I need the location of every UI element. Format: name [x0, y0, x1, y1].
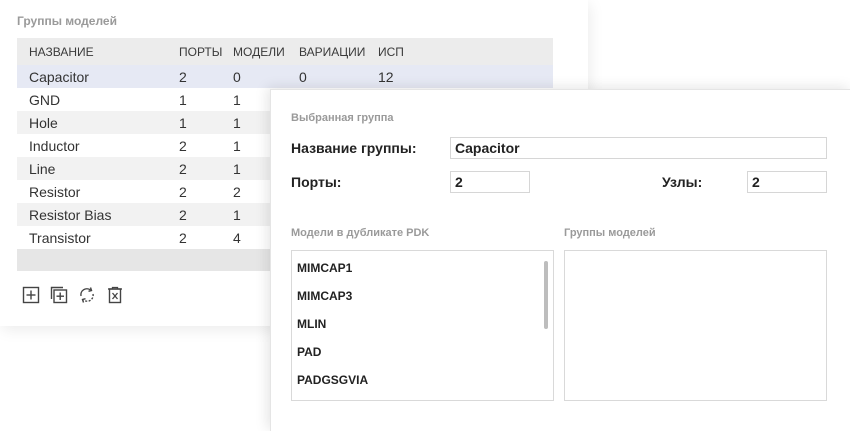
row-ports: 2 — [179, 206, 187, 223]
col-header-usage[interactable]: ИСП — [378, 45, 438, 59]
row-name: Resistor — [29, 183, 81, 200]
selected-group-title: Выбранная группа — [291, 112, 394, 124]
delete-icon[interactable] — [105, 285, 125, 305]
list-item[interactable]: PADGSGVIA — [297, 373, 368, 387]
row-name: Transistor — [29, 229, 91, 246]
ports-field[interactable]: 2 — [450, 171, 530, 193]
ports-label: Порты: — [291, 174, 342, 190]
group-name-label: Название группы: — [291, 140, 417, 156]
table-header: НАЗВАНИЕ ПОРТЫ МОДЕЛИ ВАРИАЦИИ ИСП — [17, 38, 553, 65]
row-name: GND — [29, 91, 61, 108]
group-name-field[interactable]: Capacitor — [450, 137, 827, 159]
col-header-models[interactable]: МОДЕЛИ — [233, 45, 299, 59]
list-item[interactable]: MLIN — [297, 317, 326, 331]
row-name: Inductor — [29, 137, 80, 154]
list-item[interactable]: MIMCAP1 — [297, 261, 352, 275]
nodes-field[interactable]: 2 — [747, 171, 827, 193]
pdk-models-list[interactable]: MIMCAP1 MIMCAP3 MLIN PAD PADGSGVIA — [291, 250, 554, 401]
col-header-ports[interactable]: ПОРТЫ — [179, 45, 233, 59]
group-models-list[interactable] — [564, 250, 827, 401]
refresh-icon[interactable] — [77, 285, 97, 305]
nodes-label: Узлы: — [662, 174, 703, 190]
col-header-name[interactable]: НАЗВАНИЕ — [17, 45, 179, 59]
row-ports: 2 — [179, 229, 187, 246]
pdk-models-title: Модели в дубликате PDK — [291, 227, 430, 239]
row-ports: 1 — [179, 91, 187, 108]
row-variations: 0 — [299, 68, 307, 85]
row-name: Hole — [29, 114, 58, 131]
row-name: Resistor Bias — [29, 206, 112, 223]
col-header-variations[interactable]: ВАРИАЦИИ — [299, 45, 378, 59]
model-groups-title: Группы моделей — [17, 14, 117, 28]
row-name: Line — [29, 160, 56, 177]
list-item[interactable]: MIMCAP3 — [297, 289, 352, 303]
selected-group-dialog: Выбранная группа Название группы: Capaci… — [270, 89, 850, 431]
row-name: Capacitor — [29, 68, 89, 85]
pdk-list-scrollbar[interactable] — [544, 261, 548, 329]
row-ports: 1 — [179, 114, 187, 131]
row-ports: 2 — [179, 160, 187, 177]
table-row[interactable]: Capacitor 2 0 0 12 — [17, 65, 553, 88]
row-models: 0 — [233, 68, 241, 85]
group-models-title: Группы моделей — [564, 227, 656, 239]
add-icon[interactable] — [21, 285, 41, 305]
groups-toolbar — [21, 285, 125, 305]
row-ports: 2 — [179, 183, 187, 200]
list-item[interactable]: PAD — [297, 345, 321, 359]
row-ports: 2 — [179, 68, 187, 85]
row-usage: 12 — [378, 68, 394, 85]
add-copy-icon[interactable] — [49, 285, 69, 305]
row-ports: 2 — [179, 137, 187, 154]
